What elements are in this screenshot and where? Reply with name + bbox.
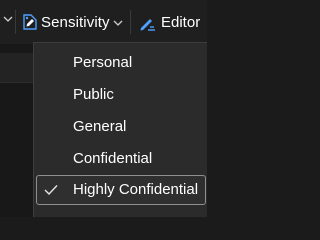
chevron-down-icon [113,20,123,26]
menu-item-label: General [73,118,127,135]
editor-button[interactable]: Editor [134,6,207,40]
background-panel [0,53,36,82]
chevron-down-icon[interactable] [3,14,13,24]
menu-item-personal[interactable]: Personal [36,48,206,78]
toolbar-separator [15,10,16,34]
menu-item-label: Highly Confidential [73,181,199,198]
menu-item-confidential[interactable]: Confidential [36,144,206,174]
divider [0,82,36,83]
menu-item-label: Public [73,86,114,103]
sensitivity-dropdown-menu: Personal Public General Confidential Hig… [33,42,207,217]
menu-item-highly-confidential[interactable]: Highly Confidential [36,175,206,205]
sensitivity-icon [23,14,37,30]
menu-item-public[interactable]: Public [36,80,206,110]
menu-item-label: Personal [73,54,133,71]
menu-item-label: Confidential [73,150,153,167]
ribbon-toolbar: Sensitivity Editor [0,0,207,44]
editor-pen-icon [140,19,155,31]
sensitivity-label: Sensitivity [41,14,110,31]
checkmark-icon [44,185,58,196]
menu-item-general[interactable]: General [36,112,206,142]
toolbar-separator [130,10,131,34]
editor-label: Editor [161,14,201,31]
sensitivity-button[interactable]: Sensitivity [20,6,126,40]
